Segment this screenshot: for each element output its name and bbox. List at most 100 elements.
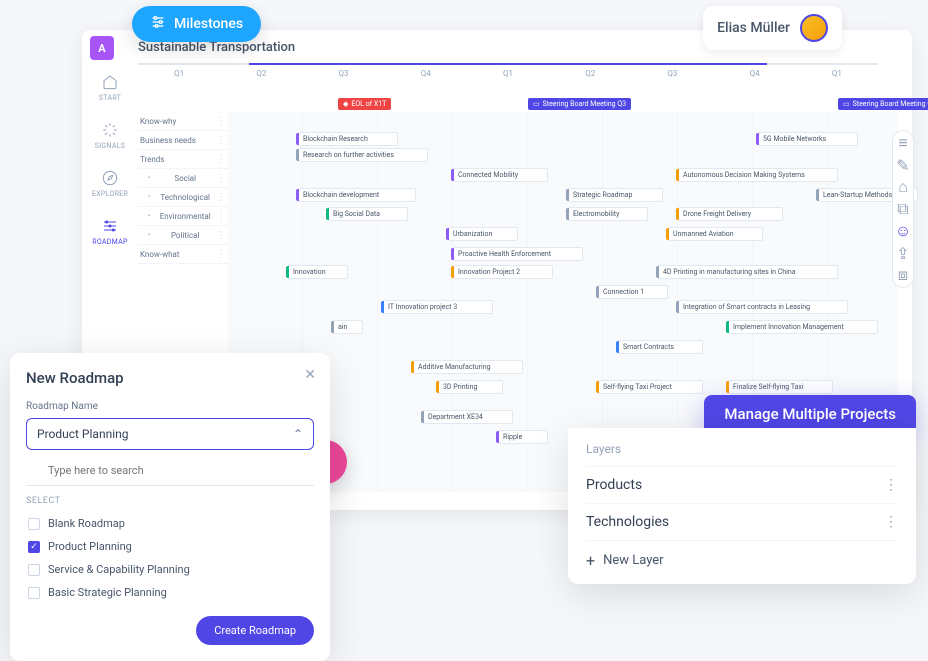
sidebar-label: ROADMAP (92, 238, 127, 246)
timeline-range[interactable] (249, 63, 767, 65)
item-color-bar (331, 321, 334, 333)
more-icon[interactable]: ⋮ (216, 116, 226, 127)
new-layer-button[interactable]: + New Layer (586, 540, 898, 570)
roadmap-item[interactable]: 4D Printing in manufacturing sites in Ch… (658, 265, 838, 279)
roadmap-item[interactable]: Department XE34 (423, 410, 513, 424)
roadmap-item[interactable]: Smart Contracts (618, 340, 703, 354)
sliders-icon (150, 14, 166, 34)
sidebar-item-explorer[interactable]: EXPLORER (92, 168, 128, 198)
roadmap-item[interactable]: Integration of Smart contracts in Leasin… (678, 300, 848, 314)
row-label[interactable]: Environmental⋮ (138, 207, 228, 226)
roadmap-item[interactable]: Innovation Project 2 (453, 265, 553, 279)
roadmap-item[interactable]: 5G Mobile Networks (758, 132, 858, 146)
sidebar-item-start[interactable]: START (99, 72, 121, 102)
row-label[interactable]: Technological⋮ (138, 188, 228, 207)
roadmap-item[interactable]: Innovation (288, 265, 348, 279)
more-icon[interactable]: ⋮ (216, 173, 226, 184)
roadmap-item[interactable]: ain (333, 320, 363, 334)
row-label[interactable]: Political⋮ (138, 226, 228, 245)
roadmap-item[interactable]: Unmanned Aviation (668, 227, 763, 241)
row-label[interactable]: Business needs⋮ (138, 131, 228, 150)
quarter-label: Q1 (467, 69, 549, 78)
sidebar-item-signals[interactable]: SIGNALS (95, 120, 125, 150)
roadmap-item[interactable]: IT Innovation project 3 (383, 300, 493, 314)
archive-tool-icon[interactable]: ⧈ (897, 269, 909, 281)
item-color-bar (726, 381, 729, 393)
roadmap-item[interactable]: 3D Printing (438, 380, 503, 394)
more-icon[interactable]: ⋮ (884, 477, 898, 493)
edit-tool-icon[interactable]: ✎ (897, 159, 909, 171)
roadmap-item[interactable]: Connection 1 (598, 285, 668, 299)
sidebar-item-roadmap[interactable]: ROADMAP (92, 216, 127, 246)
roadmap-item[interactable]: Finalize Self-flying Taxi (728, 380, 833, 394)
create-roadmap-button[interactable]: Create Roadmap (196, 616, 314, 645)
row-label[interactable]: Trends⋮ (138, 150, 228, 169)
roadmap-item[interactable]: Self-flying Taxi Project (598, 380, 703, 394)
group-tool-icon[interactable]: ☺ (897, 225, 909, 237)
more-icon[interactable]: ⋮ (216, 192, 226, 203)
roadmap-name-input[interactable]: Product Planning ⌃ (26, 418, 314, 450)
roadmap-item[interactable]: Autonomous Decision Making Systems (678, 168, 838, 182)
roadmap-item[interactable]: Electromobility (568, 207, 648, 221)
roadmap-item[interactable]: Urbanization (448, 227, 518, 241)
row-label[interactable]: Know-why ⋮ (138, 112, 228, 131)
more-icon[interactable]: ⋮ (216, 211, 226, 222)
search-input[interactable] (26, 456, 314, 486)
chart-tool-icon[interactable]: ⧉ (897, 203, 909, 215)
close-icon[interactable]: ✕ (304, 367, 316, 383)
share-tool-icon[interactable]: ⇪ (897, 247, 909, 259)
timeline-scrollbar[interactable] (138, 63, 878, 65)
roadmap-item[interactable]: Big Social Data (328, 207, 408, 221)
item-color-bar (566, 189, 569, 201)
item-label: Urbanization (453, 230, 492, 238)
roadmap-item[interactable]: Ripple (498, 430, 548, 444)
roadmap-item[interactable]: Connected Mobility (453, 168, 548, 182)
roadmap-template-option[interactable]: Basic Strategic Planning (26, 581, 314, 604)
layer-row[interactable]: Technologies⋮ (586, 503, 898, 540)
quarter-label: Q2 (220, 69, 302, 78)
item-label: Self-flying Taxi Project (603, 383, 672, 391)
checkbox[interactable] (28, 518, 40, 530)
tag-tool-icon[interactable]: ⌂ (897, 181, 909, 193)
roadmap-item[interactable]: Drone Freight Delivery (678, 207, 783, 221)
row-text: Know-why (140, 117, 176, 126)
roadmap-item[interactable]: Strategic Roadmap (568, 188, 663, 202)
explorer-icon (100, 168, 120, 188)
avatar[interactable] (800, 14, 828, 42)
more-icon[interactable]: ⋮ (216, 154, 226, 165)
checkbox[interactable] (28, 564, 40, 576)
roadmap-item[interactable]: Additive Manufacturing (413, 360, 523, 374)
more-icon[interactable]: ⋮ (216, 230, 226, 241)
milestone-icon: ▭ (843, 100, 850, 108)
milestone-label: Steering Board Meeting Q3 (853, 100, 928, 108)
milestone-marker[interactable]: ▭Steering Board Meeting Q3 (838, 98, 928, 110)
item-color-bar (756, 133, 759, 145)
layer-row[interactable]: Products⋮ (586, 466, 898, 503)
milestones-pill[interactable]: Milestones (132, 6, 261, 42)
more-icon[interactable]: ⋮ (216, 135, 226, 146)
roadmap-item[interactable]: Blockchain Research (298, 132, 398, 146)
roadmap-template-option[interactable]: Blank Roadmap (26, 512, 314, 535)
app-logo[interactable]: A (90, 36, 114, 60)
item-label: Ripple (503, 433, 522, 441)
list-tool-icon[interactable]: ≡ (897, 137, 909, 149)
item-color-bar (496, 431, 499, 443)
roadmap-item[interactable]: Blockchain development (298, 188, 416, 202)
row-label[interactable]: Know-what⋮ (138, 245, 228, 264)
more-icon[interactable]: ⋮ (216, 249, 226, 260)
milestone-marker[interactable]: ◆EOL of X1T (338, 98, 391, 110)
more-icon[interactable]: ⋮ (884, 514, 898, 530)
roadmap-item[interactable]: Implement Innovation Management (728, 320, 878, 334)
item-label: Innovation Project 2 (458, 268, 520, 276)
roadmap-template-option[interactable]: ✓Product Planning (26, 535, 314, 558)
manage-projects-label: Manage Multiple Projects (724, 405, 896, 423)
sidebar-label: EXPLORER (92, 190, 128, 198)
checkbox[interactable] (28, 587, 40, 599)
checkbox[interactable]: ✓ (28, 541, 40, 553)
user-card[interactable]: Elias Müller (703, 6, 842, 50)
roadmap-item[interactable]: Proactive Health Enforcement (453, 247, 583, 261)
roadmap-template-option[interactable]: Service & Capability Planning (26, 558, 314, 581)
roadmap-item[interactable]: Research on further activities (298, 148, 428, 162)
row-label[interactable]: Social⋮ (138, 169, 228, 188)
milestone-marker[interactable]: ▭Steering Board Meeting Q3 (528, 98, 631, 110)
